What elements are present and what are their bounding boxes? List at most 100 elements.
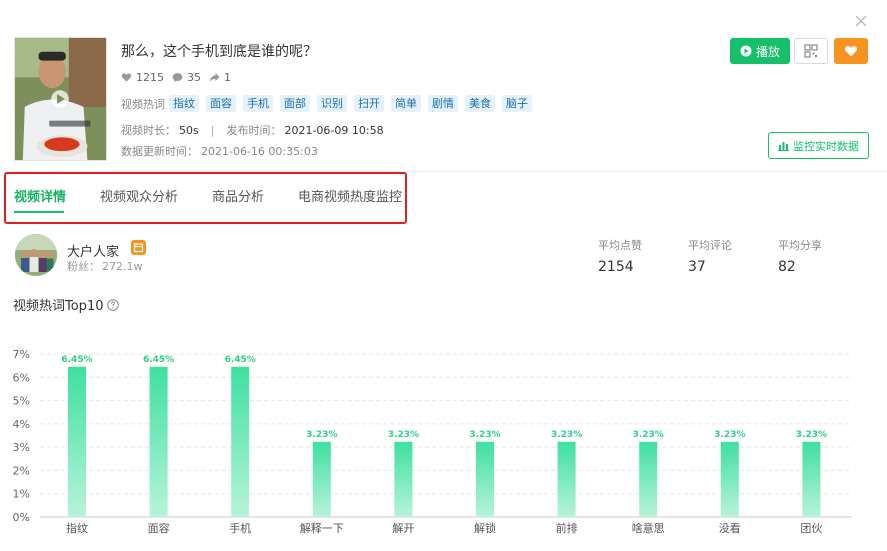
meta-separator: | [210, 123, 215, 137]
x-category-label: 解释一下 [300, 521, 344, 535]
avg-shares-value: 82 [778, 259, 796, 275]
chart-bar[interactable] [802, 441, 821, 517]
shop-badge-icon [131, 240, 146, 255]
avg-likes: 平均点赞 2154 [598, 237, 642, 275]
x-category-label: 没看 [719, 521, 741, 535]
tag[interactable]: 面部 [280, 95, 310, 112]
chart-bar[interactable] [68, 366, 86, 517]
avg-shares: 平均分享 82 [778, 237, 822, 275]
share-icon [209, 72, 220, 83]
bar-value-label: 6.45% [143, 355, 174, 365]
tag[interactable]: 美食 [465, 95, 495, 112]
avg-likes-value: 2154 [598, 259, 634, 275]
chart-bar[interactable] [476, 441, 494, 517]
y-tick-label: 3% [13, 441, 30, 454]
x-category-label: 面容 [148, 521, 170, 535]
chart-bar[interactable] [557, 441, 576, 517]
video-meta: 视频时长： 50s | 发布时间： 2021-06-09 10:58 [121, 122, 384, 138]
x-category-label: 前排 [556, 521, 578, 535]
avg-comments: 平均评论 37 [688, 237, 732, 275]
avg-comments-label: 平均评论 [688, 239, 732, 252]
x-category-label: 啥意思 [632, 521, 665, 535]
fans-label: 粉丝： [67, 260, 100, 273]
play-icon [740, 45, 752, 57]
video-tags: 视频热词 指纹 面容 手机 面部 识别 扫开 简单 剧情 美食 脑子 [121, 95, 539, 112]
tab-heat-monitor[interactable]: 电商视频热度监控 [298, 186, 402, 205]
tag[interactable]: 面容 [206, 95, 236, 112]
section-title: 视频热词Top10 [13, 295, 120, 314]
tags-label: 视频热词 [121, 97, 165, 111]
close-icon[interactable] [852, 12, 870, 30]
bar-value-label: 3.23% [633, 430, 664, 440]
video-title: 那么，这个手机到底是谁的呢？ [121, 44, 317, 60]
tab-product-analysis[interactable]: 商品分析 [212, 186, 264, 205]
fans-value: 272.1w [102, 260, 143, 273]
bar-value-label: 3.23% [796, 430, 827, 440]
bar-value-label: 3.23% [469, 430, 500, 440]
bar-chart-icon [778, 142, 789, 151]
y-tick-label: 4% [13, 418, 30, 431]
monitor-realtime-button[interactable]: 监控实时数据 [768, 132, 869, 159]
qr-code-icon [804, 44, 818, 58]
tag[interactable]: 手机 [243, 95, 273, 112]
keyword-bar-chart: 0% 1% 2% 3% 4% 5% 6% 7% 6.45% 指纹 6.45% 面容 6.45% 手机 3.… [13, 348, 852, 535]
duration-value: 50s [179, 123, 199, 137]
heart-icon [844, 45, 858, 57]
heart-icon [121, 72, 132, 83]
x-category-label: 团伙 [800, 522, 822, 535]
bar-value-label: 3.23% [714, 430, 745, 440]
bar-value-label: 6.45% [225, 355, 256, 365]
publish-label: 发布时间： [226, 124, 282, 137]
video-thumbnail[interactable] [14, 37, 107, 161]
chart-bar[interactable] [312, 441, 331, 517]
update-label: 数据更新时间： [121, 145, 198, 158]
chart-bar[interactable] [394, 441, 413, 517]
play-label: 播放 [755, 44, 780, 59]
bar-value-label: 3.23% [388, 430, 419, 440]
duration-label: 视频时长： [121, 124, 176, 137]
monitor-label: 监控实时数据 [793, 139, 859, 153]
tag[interactable]: 扫开 [354, 95, 384, 112]
question-circle-icon[interactable] [107, 298, 120, 311]
tag[interactable]: 指纹 [169, 95, 199, 112]
y-tick-label: 6% [13, 371, 30, 384]
comment-icon [172, 72, 183, 83]
avg-comments-value: 37 [688, 259, 706, 275]
y-tick-label: 7% [13, 348, 30, 361]
bar-value-label: 3.23% [306, 430, 337, 440]
y-tick-label: 5% [13, 395, 30, 408]
shares-count: 1 [224, 71, 231, 84]
tag[interactable]: 简单 [391, 95, 421, 112]
qr-code-button[interactable] [794, 38, 828, 64]
chart-bar[interactable] [149, 366, 168, 517]
bar-value-label: 6.45% [61, 355, 92, 365]
play-button[interactable]: 播放 [730, 38, 790, 64]
avg-shares-label: 平均分享 [778, 239, 822, 252]
x-category-label: 指纹 [66, 521, 88, 535]
chart-bar[interactable] [639, 441, 658, 517]
y-tick-label: 2% [13, 464, 30, 477]
author-fans: 粉丝： 272.1w [67, 258, 143, 274]
active-tab-indicator [14, 211, 64, 213]
tag[interactable]: 脑子 [502, 95, 532, 112]
avatar[interactable] [15, 234, 57, 276]
y-tick-label: 0% [13, 511, 30, 524]
avg-likes-label: 平均点赞 [598, 239, 642, 252]
bar-value-label: 3.23% [551, 430, 582, 440]
video-stats: 1215 35 1 [121, 71, 235, 84]
comments-count: 35 [187, 71, 201, 84]
chart-bar[interactable] [720, 441, 739, 517]
publish-time: 2021-06-09 10:58 [284, 123, 384, 137]
tag[interactable]: 剧情 [428, 95, 458, 112]
y-tick-label: 1% [13, 488, 30, 501]
tab-audience-analysis[interactable]: 视频观众分析 [100, 186, 178, 205]
chart-bar[interactable] [231, 366, 250, 517]
likes-count: 1215 [136, 71, 164, 84]
update-time: 2021-06-16 00:35:03 [201, 145, 318, 158]
tag[interactable]: 识别 [317, 95, 347, 112]
section-title-text: 视频热词Top10 [13, 299, 104, 314]
favorite-button[interactable] [834, 38, 868, 64]
tab-video-details[interactable]: 视频详情 [14, 186, 66, 205]
update-meta: 数据更新时间： 2021-06-16 00:35:03 [121, 143, 318, 159]
x-category-label: 解锁 [474, 521, 496, 535]
